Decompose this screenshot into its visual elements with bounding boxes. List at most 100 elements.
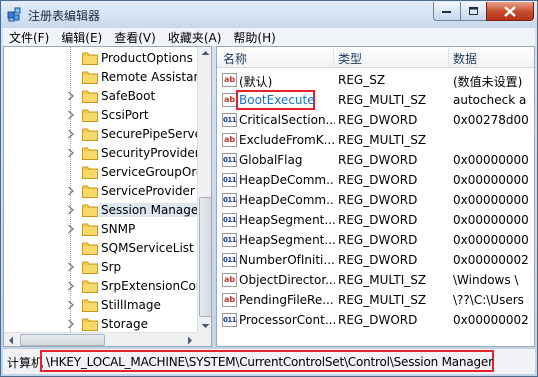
close-button[interactable]: [486, 2, 534, 21]
value-data: 0x00000002: [453, 313, 529, 327]
folder-icon: [82, 280, 98, 293]
tree-item[interactable]: SecurityProviders: [4, 144, 206, 163]
value-row[interactable]: 011 HeapSegment... REG_DWORD 0x00000000: [217, 210, 534, 230]
value-list-pane[interactable]: 名称 类型 数据 ab (默认) REG_SZ (数值未设置) ab BootExecut…: [216, 46, 535, 347]
tree-vertical-scrollbar[interactable]: [197, 47, 211, 332]
value-data: \Windows \: [453, 273, 519, 287]
folder-icon: [82, 166, 98, 179]
status-bar: 计算机 \HKEY_LOCAL_MACHINE\SYSTEM\CurrentCo…: [3, 348, 535, 374]
tree-item-label: Storage: [101, 317, 148, 331]
value-row[interactable]: ab (默认) REG_SZ (数值未设置): [217, 70, 534, 90]
tree-item[interactable]: ServiceProvider: [4, 182, 197, 201]
value-row[interactable]: 011 GlobalFlag REG_DWORD 0x00000000: [217, 150, 534, 170]
folder-icon: [82, 185, 98, 198]
value-row[interactable]: 011 NumberOfIniti... REG_DWORD 0x00000002: [217, 250, 534, 270]
folder-icon: [82, 223, 98, 236]
tree-item-label: SecurityProviders: [101, 146, 206, 160]
tree-item-label: ProductOptions: [101, 51, 193, 65]
expand-arrow-icon[interactable]: [67, 148, 75, 158]
value-type: REG_DWORD: [338, 313, 418, 327]
column-divider[interactable]: [448, 47, 449, 68]
folder-icon: [82, 90, 98, 103]
value-row[interactable]: ab BootExecute REG_MULTI_SZ autocheck a: [217, 90, 534, 110]
column-header-data[interactable]: 数据: [453, 50, 477, 67]
expand-arrow-icon[interactable]: [67, 205, 75, 215]
tree-item[interactable]: StillImage: [4, 296, 197, 315]
key-tree-pane[interactable]: ProductOptions Remote Assistanc SafeBoot Sc…: [3, 46, 212, 347]
expand-arrow-icon[interactable]: [67, 262, 75, 272]
tree-horizontal-scrollbar[interactable]: [4, 332, 197, 346]
expand-arrow-icon[interactable]: [67, 129, 75, 139]
binary-value-icon: 011: [222, 153, 237, 167]
tree-item[interactable]: SecurePipeServer: [4, 125, 207, 144]
tree-item-label: SNMP: [101, 222, 136, 236]
string-value-icon: ab: [222, 273, 237, 287]
column-divider[interactable]: [333, 47, 334, 68]
menu-edit[interactable]: 编辑(E): [55, 29, 108, 46]
value-row[interactable]: 011 HeapSegment... REG_DWORD 0x00000000: [217, 230, 534, 250]
binary-value-icon: 011: [222, 173, 237, 187]
expand-arrow-icon[interactable]: [67, 91, 75, 101]
column-header-type[interactable]: 类型: [338, 50, 362, 67]
menu-view[interactable]: 查看(V): [108, 29, 162, 46]
folder-icon: [82, 299, 98, 312]
value-name: (默认): [239, 75, 273, 89]
menu-file[interactable]: 文件(F): [3, 29, 55, 46]
folder-icon: [82, 204, 98, 217]
value-name: NumberOfIniti...: [239, 253, 335, 267]
tree-item[interactable]: Session Manager: [4, 201, 206, 220]
scroll-up-arrow-icon[interactable]: [201, 50, 210, 56]
tree-item[interactable]: ProductOptions: [4, 49, 197, 68]
tree-item[interactable]: SQMServiceList: [4, 239, 197, 258]
binary-value-icon: 011: [222, 193, 237, 207]
value-data: 0x00000000: [453, 173, 529, 187]
value-row[interactable]: 011 HeapDeComm... REG_DWORD 0x00000000: [217, 190, 534, 210]
menu-favorites[interactable]: 收藏夹(A): [162, 29, 228, 46]
tree-item-label: SecurePipeServer: [101, 127, 207, 141]
scroll-right-arrow-icon[interactable]: [187, 336, 193, 345]
expand-arrow-icon[interactable]: [67, 319, 75, 329]
tree-item[interactable]: SrpExtensionConf: [4, 277, 208, 296]
minimize-button[interactable]: [433, 2, 461, 21]
title-bar[interactable]: 注册表编辑器: [1, 1, 537, 28]
status-computer-label: 计算机: [7, 356, 44, 370]
value-row[interactable]: 011 ProcessorCont... REG_DWORD 0x00000002: [217, 310, 534, 330]
scroll-left-arrow-icon[interactable]: [8, 336, 14, 345]
expand-arrow-icon[interactable]: [67, 281, 75, 291]
value-row[interactable]: 011 CriticalSection... REG_DWORD 0x00278d00: [217, 110, 534, 130]
menu-help[interactable]: 帮助(H): [227, 29, 281, 46]
expand-arrow-icon[interactable]: [67, 110, 75, 120]
tree-item-label: ScsiPort: [101, 108, 149, 122]
value-row[interactable]: ab ExcludeFromK... REG_MULTI_SZ: [217, 130, 534, 150]
tree-item[interactable]: Srp: [4, 258, 197, 277]
expand-arrow-icon[interactable]: [67, 224, 75, 234]
highlighted-value-name[interactable]: BootExecute: [236, 90, 315, 110]
value-row[interactable]: ab PendingFileRe... REG_MULTI_SZ \??\C:\Use…: [217, 290, 534, 310]
folder-icon: [82, 109, 98, 122]
tree-item[interactable]: ScsiPort: [4, 106, 197, 125]
value-name: HeapDeComm...: [239, 173, 335, 187]
value-row[interactable]: ab ObjectDirector... REG_MULTI_SZ \Windows …: [217, 270, 534, 290]
column-header-name[interactable]: 名称: [223, 50, 247, 67]
status-path-highlight: \HKEY_LOCAL_MACHINE\SYSTEM\CurrentContro…: [40, 350, 494, 372]
tree-item-label: Session Manager: [99, 203, 206, 217]
value-row[interactable]: 011 HeapDeComm... REG_DWORD 0x00000000: [217, 170, 534, 190]
maximize-button[interactable]: [460, 2, 487, 21]
scroll-down-arrow-icon[interactable]: [201, 323, 210, 329]
value-name: ProcessorCont...: [239, 313, 335, 327]
expand-arrow-icon[interactable]: [67, 186, 75, 196]
expand-arrow-icon[interactable]: [67, 300, 75, 310]
tree-item-label: ServiceProvider: [101, 184, 195, 198]
tree-item-label: Remote Assistanc: [101, 70, 208, 84]
value-data: 0x00000002: [453, 253, 529, 267]
tree-item[interactable]: SNMP: [4, 220, 197, 239]
tree-vertical-scroll-thumb[interactable]: [199, 197, 211, 317]
close-icon: [504, 5, 516, 17]
tree-item[interactable]: SafeBoot: [4, 87, 197, 106]
tree-item[interactable]: ServiceGroupOrd: [4, 163, 204, 182]
value-name: HeapDeComm...: [239, 193, 335, 207]
tree-item[interactable]: Remote Assistanc: [4, 68, 208, 87]
tree-horizontal-scroll-thumb[interactable]: [20, 334, 105, 346]
tree-item-label: SQMServiceList: [101, 241, 194, 255]
tree-item-label: StillImage: [101, 298, 161, 312]
